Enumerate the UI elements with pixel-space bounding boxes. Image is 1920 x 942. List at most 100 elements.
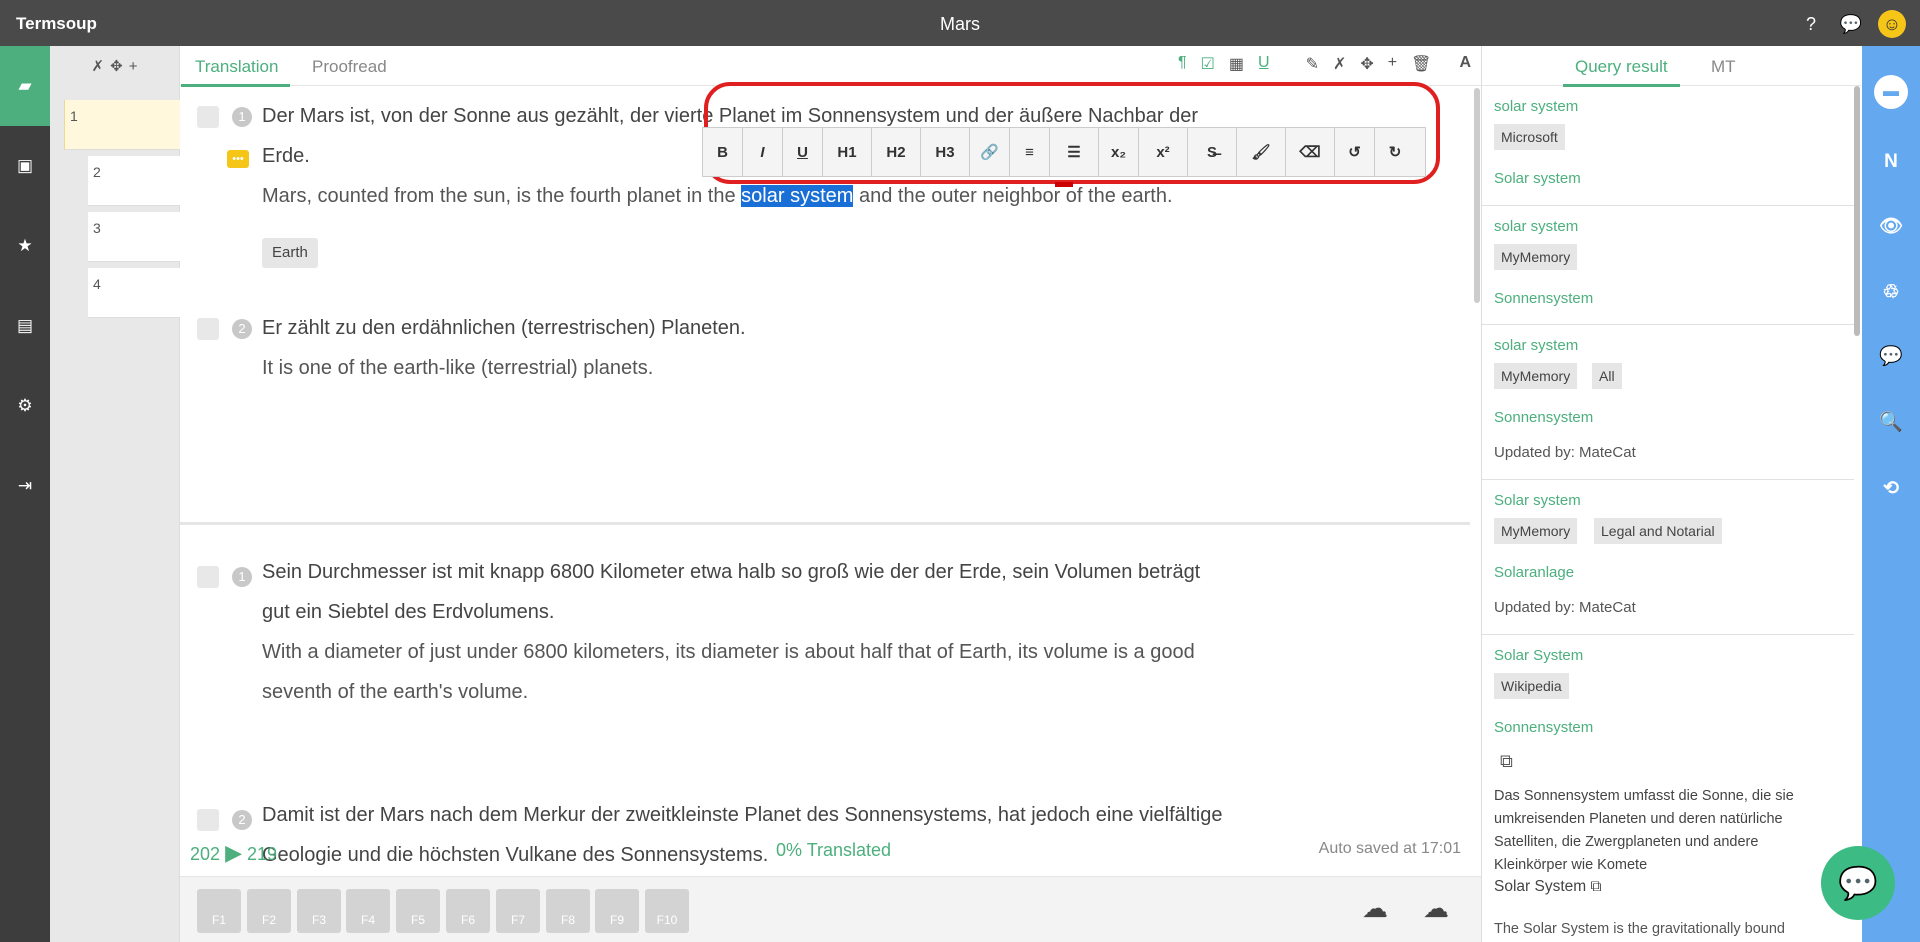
gear-icon[interactable]: ⚙: [0, 366, 50, 446]
sentence-checkbox[interactable]: [197, 106, 219, 128]
f3-key[interactable]: F3: [297, 889, 341, 933]
sentence-checkbox[interactable]: [197, 566, 219, 588]
h2-button[interactable]: H2: [872, 128, 921, 176]
chat-icon[interactable]: 💬: [1838, 11, 1864, 37]
h1-button[interactable]: H1: [823, 128, 872, 176]
search-icon[interactable]: 🔍: [1862, 402, 1920, 442]
target-text[interactable]: With a diameter of just under 6800 kilom…: [262, 632, 1462, 672]
query-result-item[interactable]: solar system MyMemory All Sonnensystem U…: [1482, 325, 1854, 480]
bullet-list-icon[interactable]: ☰: [1050, 128, 1099, 176]
download-icon[interactable]: ☁: [1423, 893, 1459, 923]
comment-icon[interactable]: •••: [227, 150, 249, 168]
trash-icon[interactable]: 🗑: [1411, 54, 1431, 74]
document-icon-circle: ▬: [1874, 75, 1908, 109]
tab-translation[interactable]: Translation: [180, 57, 292, 87]
segment-list: ✗ ✥ + 1 2 3 4: [50, 46, 180, 942]
source-text-continued[interactable]: gut ein Siebtel des Erdvolumens.: [262, 592, 1462, 632]
f1-key[interactable]: F1: [197, 889, 241, 933]
history-icon[interactable]: ⟲: [1862, 468, 1920, 508]
sentence-checkbox[interactable]: [197, 318, 219, 340]
source-text[interactable]: Er zählt zu den erdähnlichen (terrestris…: [262, 308, 1462, 348]
underline-button[interactable]: U: [783, 128, 823, 176]
move-icon[interactable]: ✥: [110, 57, 123, 75]
segment-item[interactable]: 2: [88, 156, 180, 206]
chat-button[interactable]: 💬: [1821, 846, 1895, 920]
term-tag[interactable]: Earth: [262, 238, 318, 268]
highlight-brush-icon[interactable]: 🖌: [1237, 128, 1286, 176]
bold-button[interactable]: B: [703, 128, 743, 176]
translation-progress: 0% Translated: [776, 840, 892, 860]
undo-icon[interactable]: ↺: [1335, 128, 1375, 176]
italic-button[interactable]: I: [743, 128, 783, 176]
shrink-icon[interactable]: ✗: [92, 57, 105, 75]
target-text-pre: Mars, counted from the sun, is the fourt…: [262, 185, 742, 207]
move-icon[interactable]: ✥: [1360, 54, 1373, 74]
folder-icon[interactable]: ▰: [0, 46, 50, 126]
target-text-continued[interactable]: seventh of the earth's volume.: [262, 672, 1462, 712]
tab-query-result[interactable]: Query result: [1563, 57, 1680, 87]
notes-icon[interactable]: N: [1862, 142, 1920, 182]
ordered-list-icon[interactable]: ≡: [1010, 128, 1050, 176]
segment-item[interactable]: 1: [64, 100, 180, 150]
strikethrough-button[interactable]: S̶: [1188, 128, 1237, 176]
tab-proofread[interactable]: Proofread: [312, 57, 387, 77]
logout-icon[interactable]: ⇥: [0, 446, 50, 526]
pencil-icon[interactable]: ✎: [1306, 54, 1319, 74]
f9-key[interactable]: F9: [595, 889, 639, 933]
f10-key[interactable]: F10: [645, 889, 689, 933]
f7-key[interactable]: F7: [496, 889, 540, 933]
query-result-item[interactable]: solar system Microsoft Solar system: [1482, 86, 1854, 206]
segment-item[interactable]: 3: [88, 212, 180, 262]
segment-item[interactable]: 4: [88, 268, 180, 318]
eye-icon[interactable]: 👁: [1862, 206, 1920, 246]
f2-key[interactable]: F2: [247, 889, 291, 933]
play-icon[interactable]: ▶: [225, 840, 242, 865]
external-link-icon[interactable]: ⧉: [1500, 751, 1513, 772]
pilcrow-icon[interactable]: ¶: [1178, 54, 1187, 74]
superscript-button[interactable]: x²: [1139, 128, 1188, 176]
underline-icon[interactable]: U̲: [1258, 54, 1270, 74]
solar-system-link[interactable]: Solar System ⧉: [1494, 878, 1602, 896]
h3-button[interactable]: H3: [921, 128, 970, 176]
link-icon[interactable]: 🔗: [970, 128, 1010, 176]
query-result-item[interactable]: solar system MyMemory Sonnensystem: [1482, 206, 1854, 325]
f5-key[interactable]: F5: [396, 889, 440, 933]
external-link-icon[interactable]: ⧉: [1590, 878, 1601, 895]
film-icon[interactable]: ▣: [0, 126, 50, 206]
comment-icon[interactable]: 💬: [1862, 336, 1920, 376]
store-icon[interactable]: ▤: [0, 286, 50, 366]
editor-toolbar: ¶ ☑ ▦ U̲ ✎ ✗ ✥ + 🗑 A: [1178, 54, 1471, 74]
query-result-item[interactable]: Solar system MyMemory Legal and Notarial…: [1482, 480, 1854, 635]
redo-icon[interactable]: ↻: [1375, 128, 1415, 176]
f8-key[interactable]: F8: [546, 889, 590, 933]
result-description: Das Sonnensystem umfasst die Sonne, die …: [1494, 788, 1794, 873]
paragraph-divider: [180, 522, 1470, 525]
help-icon[interactable]: ?: [1798, 11, 1824, 37]
font-icon[interactable]: A: [1459, 54, 1471, 74]
tab-mt[interactable]: MT: [1711, 57, 1736, 77]
shrink-icon[interactable]: ✗: [1333, 54, 1346, 74]
add-icon[interactable]: +: [129, 58, 138, 75]
sentence-checkbox[interactable]: [197, 809, 219, 831]
result-tag: Legal and Notarial: [1594, 518, 1722, 544]
grid-icon[interactable]: ▦: [1229, 54, 1244, 74]
source-text[interactable]: Sein Durchmesser ist mit knapp 6800 Kilo…: [262, 552, 1462, 592]
document-icon[interactable]: ▬: [1862, 72, 1920, 112]
check-icon[interactable]: ☑: [1201, 54, 1215, 74]
f6-key[interactable]: F6: [446, 889, 490, 933]
user-avatar-icon[interactable]: ☺: [1878, 10, 1906, 38]
f4-key[interactable]: F4: [346, 889, 390, 933]
target-text[interactable]: It is one of the earth-like (terrestrial…: [262, 348, 1462, 388]
query-result-item[interactable]: Solar System Wikipedia Sonnensystem ⧉ Da…: [1482, 635, 1854, 942]
add-icon[interactable]: +: [1388, 54, 1397, 74]
subscript-button[interactable]: x₂: [1099, 128, 1139, 176]
selected-text[interactable]: solar system: [741, 185, 854, 207]
source-text[interactable]: Damit ist der Mars nach dem Merkur der z…: [262, 795, 1462, 835]
query-scrollbar[interactable]: [1854, 86, 1860, 336]
upload-icon[interactable]: ☁: [1362, 893, 1398, 923]
recycle-icon[interactable]: ♲: [1862, 272, 1920, 312]
eraser-icon[interactable]: ⌫: [1286, 128, 1335, 176]
editor-scrollbar[interactable]: [1474, 88, 1480, 303]
solar-system-label: Solar System: [1494, 878, 1587, 895]
star-icon[interactable]: ★: [0, 206, 50, 286]
